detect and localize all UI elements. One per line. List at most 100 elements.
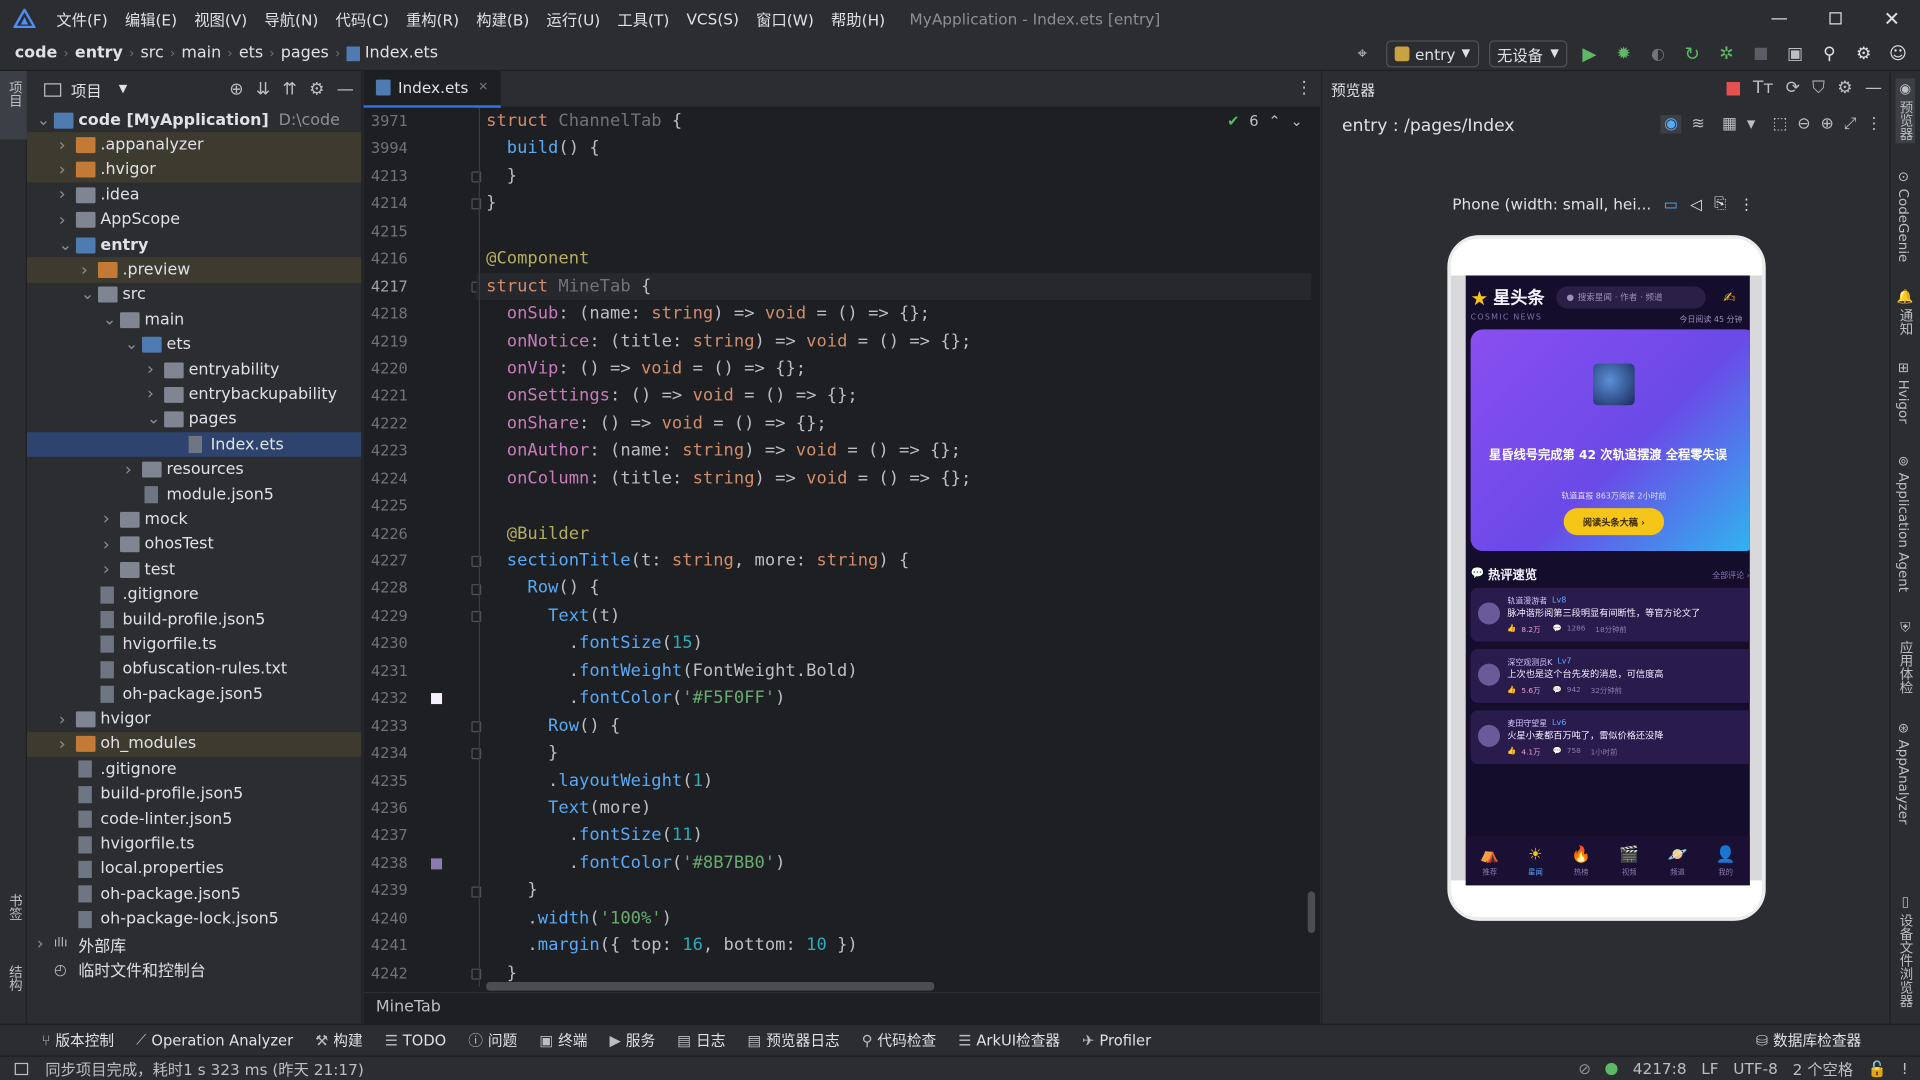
project-tool-button[interactable]: 项目	[0, 71, 27, 140]
chevron-down-icon[interactable]: ⌄	[125, 336, 142, 354]
tree-item[interactable]: ⌄ main	[27, 308, 361, 333]
chevron-right-icon[interactable]: ›	[59, 210, 76, 230]
app-nav-item[interactable]: ⛺ 推荐	[1480, 846, 1500, 877]
chevron-down-icon[interactable]: ▼	[1747, 118, 1755, 130]
tree-item[interactable]: › ohosTest	[27, 532, 361, 557]
menu-item[interactable]: 视图(V)	[194, 7, 247, 30]
menu-item[interactable]: 文件(F)	[56, 7, 107, 30]
menu-item[interactable]: 工具(T)	[617, 7, 669, 30]
chevron-down-icon[interactable]: ⌄	[59, 236, 76, 254]
caret-position[interactable]: 4217:8	[1633, 1059, 1687, 1077]
breadcrumb-item[interactable]: pages	[281, 44, 329, 62]
rotate-icon[interactable]: ⎘	[1714, 193, 1726, 213]
tree-item[interactable]: build-profile.json5	[27, 782, 361, 807]
tree-item[interactable]: build-profile.json5	[27, 607, 361, 632]
more-options-icon[interactable]: ⋮	[1296, 78, 1313, 98]
tree-item[interactable]: obfuscation-rules.txt	[27, 657, 361, 682]
breadcrumb-item[interactable]: Index.ets	[365, 44, 438, 62]
zoom-out-icon[interactable]: ⊖	[1797, 115, 1810, 133]
tree-item[interactable]: .gitignore	[27, 582, 361, 607]
chevron-down-icon[interactable]: ⌄	[81, 286, 98, 304]
line-separator[interactable]: LF	[1701, 1059, 1718, 1077]
stop-icon[interactable]	[1749, 47, 1773, 61]
tree-item[interactable]: › hvigor	[27, 707, 361, 732]
tree-item[interactable]: local.properties	[27, 857, 361, 882]
comment-card[interactable]: 深空观测员K Lv7 上次也是这个台先发的消息，可信度高 👍 5.6万 💬 942 32分钟前	[1470, 648, 1750, 703]
menu-item[interactable]: 运行(U)	[547, 7, 601, 30]
chevron-down-icon[interactable]: ⌄	[147, 411, 164, 429]
run-icon[interactable]: ▶	[1577, 43, 1601, 65]
breadcrumb-item[interactable]: entry	[75, 44, 123, 62]
app-nav-item[interactable]: ☀ 星闻	[1528, 846, 1543, 877]
bottom-tool-button[interactable]: ▤ 预览器日志	[747, 1030, 839, 1051]
close-tab-icon[interactable]: ✕	[478, 81, 488, 94]
structure-tool-button[interactable]: 结构	[5, 965, 25, 992]
preview-mode-icon[interactable]: ◉	[1660, 115, 1682, 134]
tree-item[interactable]: oh-package.json5	[27, 882, 361, 907]
reply-icon[interactable]: 💬	[1553, 624, 1562, 633]
chevron-right-icon[interactable]: ›	[103, 535, 120, 555]
menu-item[interactable]: 编辑(E)	[125, 7, 177, 30]
tree-item[interactable]: › resources	[27, 457, 361, 482]
tree-item[interactable]: › .appanalyzer	[26, 132, 362, 158]
bottom-tool-button[interactable]: ✈ Profiler	[1082, 1032, 1151, 1049]
menu-item[interactable]: 代码(C)	[336, 7, 389, 30]
refresh-icon[interactable]: ⟳	[1786, 78, 1800, 98]
tree-item[interactable]: ⌄ ets	[27, 332, 361, 357]
reply-icon[interactable]: 💬	[1553, 747, 1562, 756]
bottom-tool-button[interactable]: ☰ ArkUI检查器	[958, 1030, 1060, 1051]
chevron-down-icon[interactable]: ▼	[119, 83, 127, 95]
chevron-right-icon[interactable]: ›	[81, 260, 98, 280]
tree-item[interactable]: hvigorfile.ts	[27, 832, 361, 857]
app-nav-item[interactable]: 🎬 视频	[1619, 846, 1639, 877]
fit-icon[interactable]: ⬚	[1772, 115, 1787, 133]
tree-item[interactable]: oh-package.json5	[27, 682, 361, 707]
right-tool-button[interactable]: 🔔 通知	[1896, 289, 1916, 336]
no-sync-icon[interactable]: ⊘	[1578, 1059, 1591, 1077]
bookmarks-tool-button[interactable]: 书签	[5, 894, 25, 921]
bottom-tool-button[interactable]: ⛁ 数据库检查器	[1756, 1030, 1861, 1051]
debug-icon[interactable]: ✹	[1611, 44, 1635, 64]
hide-panel-icon[interactable]: —	[337, 80, 354, 100]
hero-read-button[interactable]: 阅读头条大稿 ›	[1563, 508, 1665, 536]
back-icon[interactable]: ◁	[1690, 194, 1702, 212]
bottom-tool-button[interactable]: ☰ TODO	[385, 1032, 447, 1049]
right-tool-button[interactable]: ⛨ 应用体检	[1896, 620, 1916, 695]
chevron-right-icon[interactable]: ›	[147, 385, 164, 405]
bottom-tool-button[interactable]: ⚲ 代码检查	[862, 1030, 936, 1051]
stop-preview-icon[interactable]	[1727, 81, 1741, 95]
breadcrumb-item[interactable]: src	[141, 44, 164, 62]
chevron-right-icon[interactable]: ›	[59, 135, 76, 155]
tree-item[interactable]: › .preview	[26, 257, 362, 283]
breadcrumb-item[interactable]: code	[15, 44, 58, 62]
editor-breadcrumb[interactable]: MineTab	[363, 991, 1321, 1024]
chevron-right-icon[interactable]: ›	[103, 560, 120, 580]
right-tool-button[interactable]: ⊞ Hvigor	[1896, 360, 1912, 424]
bottom-tool-button[interactable]: ⑂ 版本控制	[42, 1030, 115, 1051]
device-select[interactable]: 无设备 ▼	[1488, 40, 1568, 68]
split-icon[interactable]: ⋮	[1866, 115, 1882, 133]
tab-index-ets[interactable]: Index.ets ✕	[363, 70, 501, 108]
bottom-tool-button[interactable]: ⓘ 问题	[468, 1030, 517, 1051]
horizontal-scrollbar[interactable]	[486, 982, 935, 991]
bottom-tool-button[interactable]: ▶ 服务	[610, 1030, 656, 1051]
lock-icon[interactable]: 🔓	[1868, 1059, 1887, 1079]
tree-item[interactable]: › mock	[27, 507, 361, 532]
account-icon[interactable]: ☺	[1886, 44, 1910, 64]
menu-item[interactable]: 导航(N)	[264, 7, 318, 30]
tree-item[interactable]: oh-package-lock.json5	[27, 907, 361, 932]
maximize-button[interactable]	[1807, 0, 1863, 37]
collapse-all-icon[interactable]: ⇈	[282, 80, 296, 100]
bottom-tool-button[interactable]: ⚒ 构建	[315, 1030, 362, 1051]
tree-item[interactable]: code-linter.json5	[27, 807, 361, 832]
next-highlight-icon[interactable]: ⌄	[1291, 113, 1303, 130]
apply-changes-icon[interactable]: ↻	[1680, 43, 1704, 65]
chevron-right-icon[interactable]: ›	[59, 735, 76, 755]
tree-item[interactable]: › ıllı 外部库	[27, 932, 361, 957]
font-size-icon[interactable]: Tт	[1753, 78, 1773, 98]
profile-icon[interactable]: ◐	[1646, 45, 1670, 63]
bottom-tool-button[interactable]: ▤ 日志	[677, 1030, 725, 1051]
hero-card[interactable]: 星昏线号完成第 42 次轨道摆渡 全程零失误 轨道直报 863万阅读 2小时前 …	[1470, 329, 1750, 552]
section-more-link[interactable]: 全部评论 ›	[1712, 568, 1750, 580]
menu-item[interactable]: 窗口(W)	[756, 7, 814, 30]
